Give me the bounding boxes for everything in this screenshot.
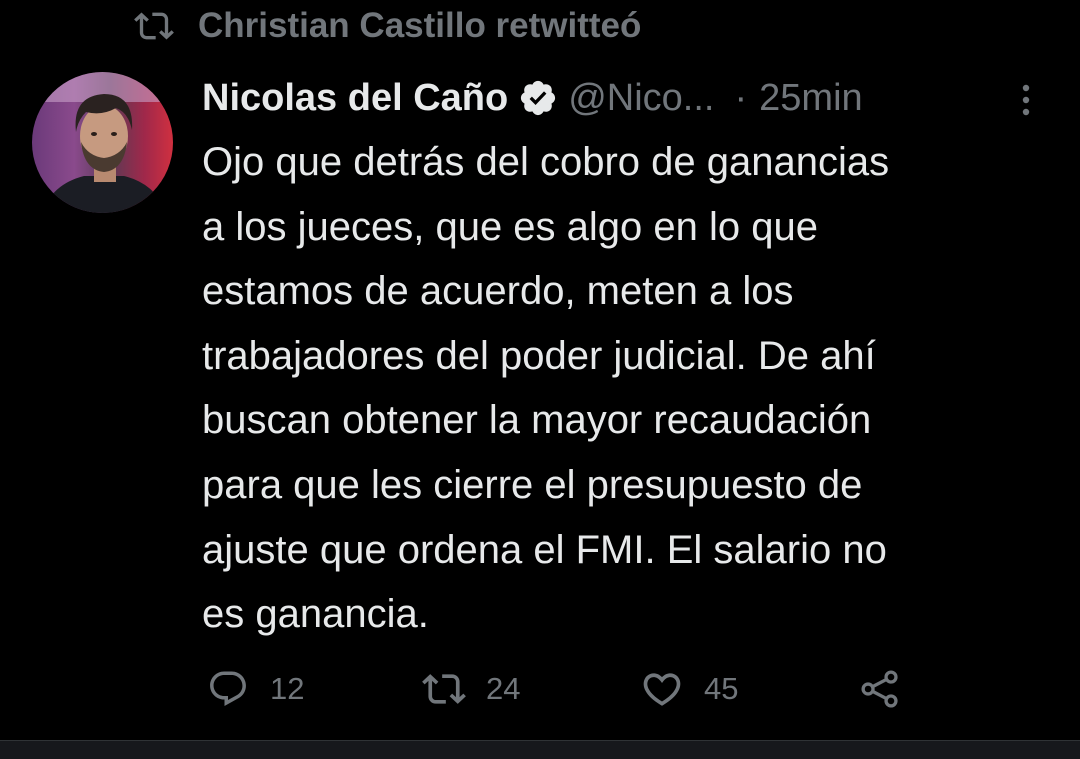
- retweet-context[interactable]: Christian Castillo retwitteó: [134, 2, 641, 50]
- retweet-icon: [422, 667, 466, 711]
- like-button[interactable]: 45: [640, 664, 738, 714]
- tweet-timestamp[interactable]: 25min: [759, 77, 863, 120]
- share-button[interactable]: [858, 664, 902, 714]
- tweet-header: Nicolas del Caño @Nico... · 25min: [202, 72, 863, 124]
- verified-badge-icon: [518, 78, 558, 118]
- share-icon: [858, 667, 902, 711]
- like-count: 45: [704, 671, 739, 706]
- tweet-screen: Christian Castillo retwitteó Nicolas del…: [0, 0, 1080, 759]
- author-handle[interactable]: @Nico...: [568, 77, 714, 120]
- retweet-icon: [134, 6, 174, 46]
- tweet-text: Ojo que detrás del cobro de ganancias a …: [202, 140, 890, 637]
- bottom-divider: [0, 740, 1080, 759]
- author-name[interactable]: Nicolas del Caño: [202, 77, 508, 120]
- reply-button[interactable]: 12: [206, 664, 304, 714]
- retweet-context-label: Christian Castillo retwitteó: [198, 6, 642, 45]
- retweet-button[interactable]: 24: [422, 664, 520, 714]
- tweet-actions: 12 24 45: [0, 664, 1080, 714]
- reply-count: 12: [270, 671, 305, 706]
- header-separator: ·: [734, 76, 748, 119]
- retweet-count: 24: [486, 671, 521, 706]
- heart-icon: [640, 667, 684, 711]
- reply-icon: [206, 667, 250, 711]
- more-options-icon[interactable]: [1008, 80, 1044, 120]
- avatar[interactable]: [32, 72, 173, 213]
